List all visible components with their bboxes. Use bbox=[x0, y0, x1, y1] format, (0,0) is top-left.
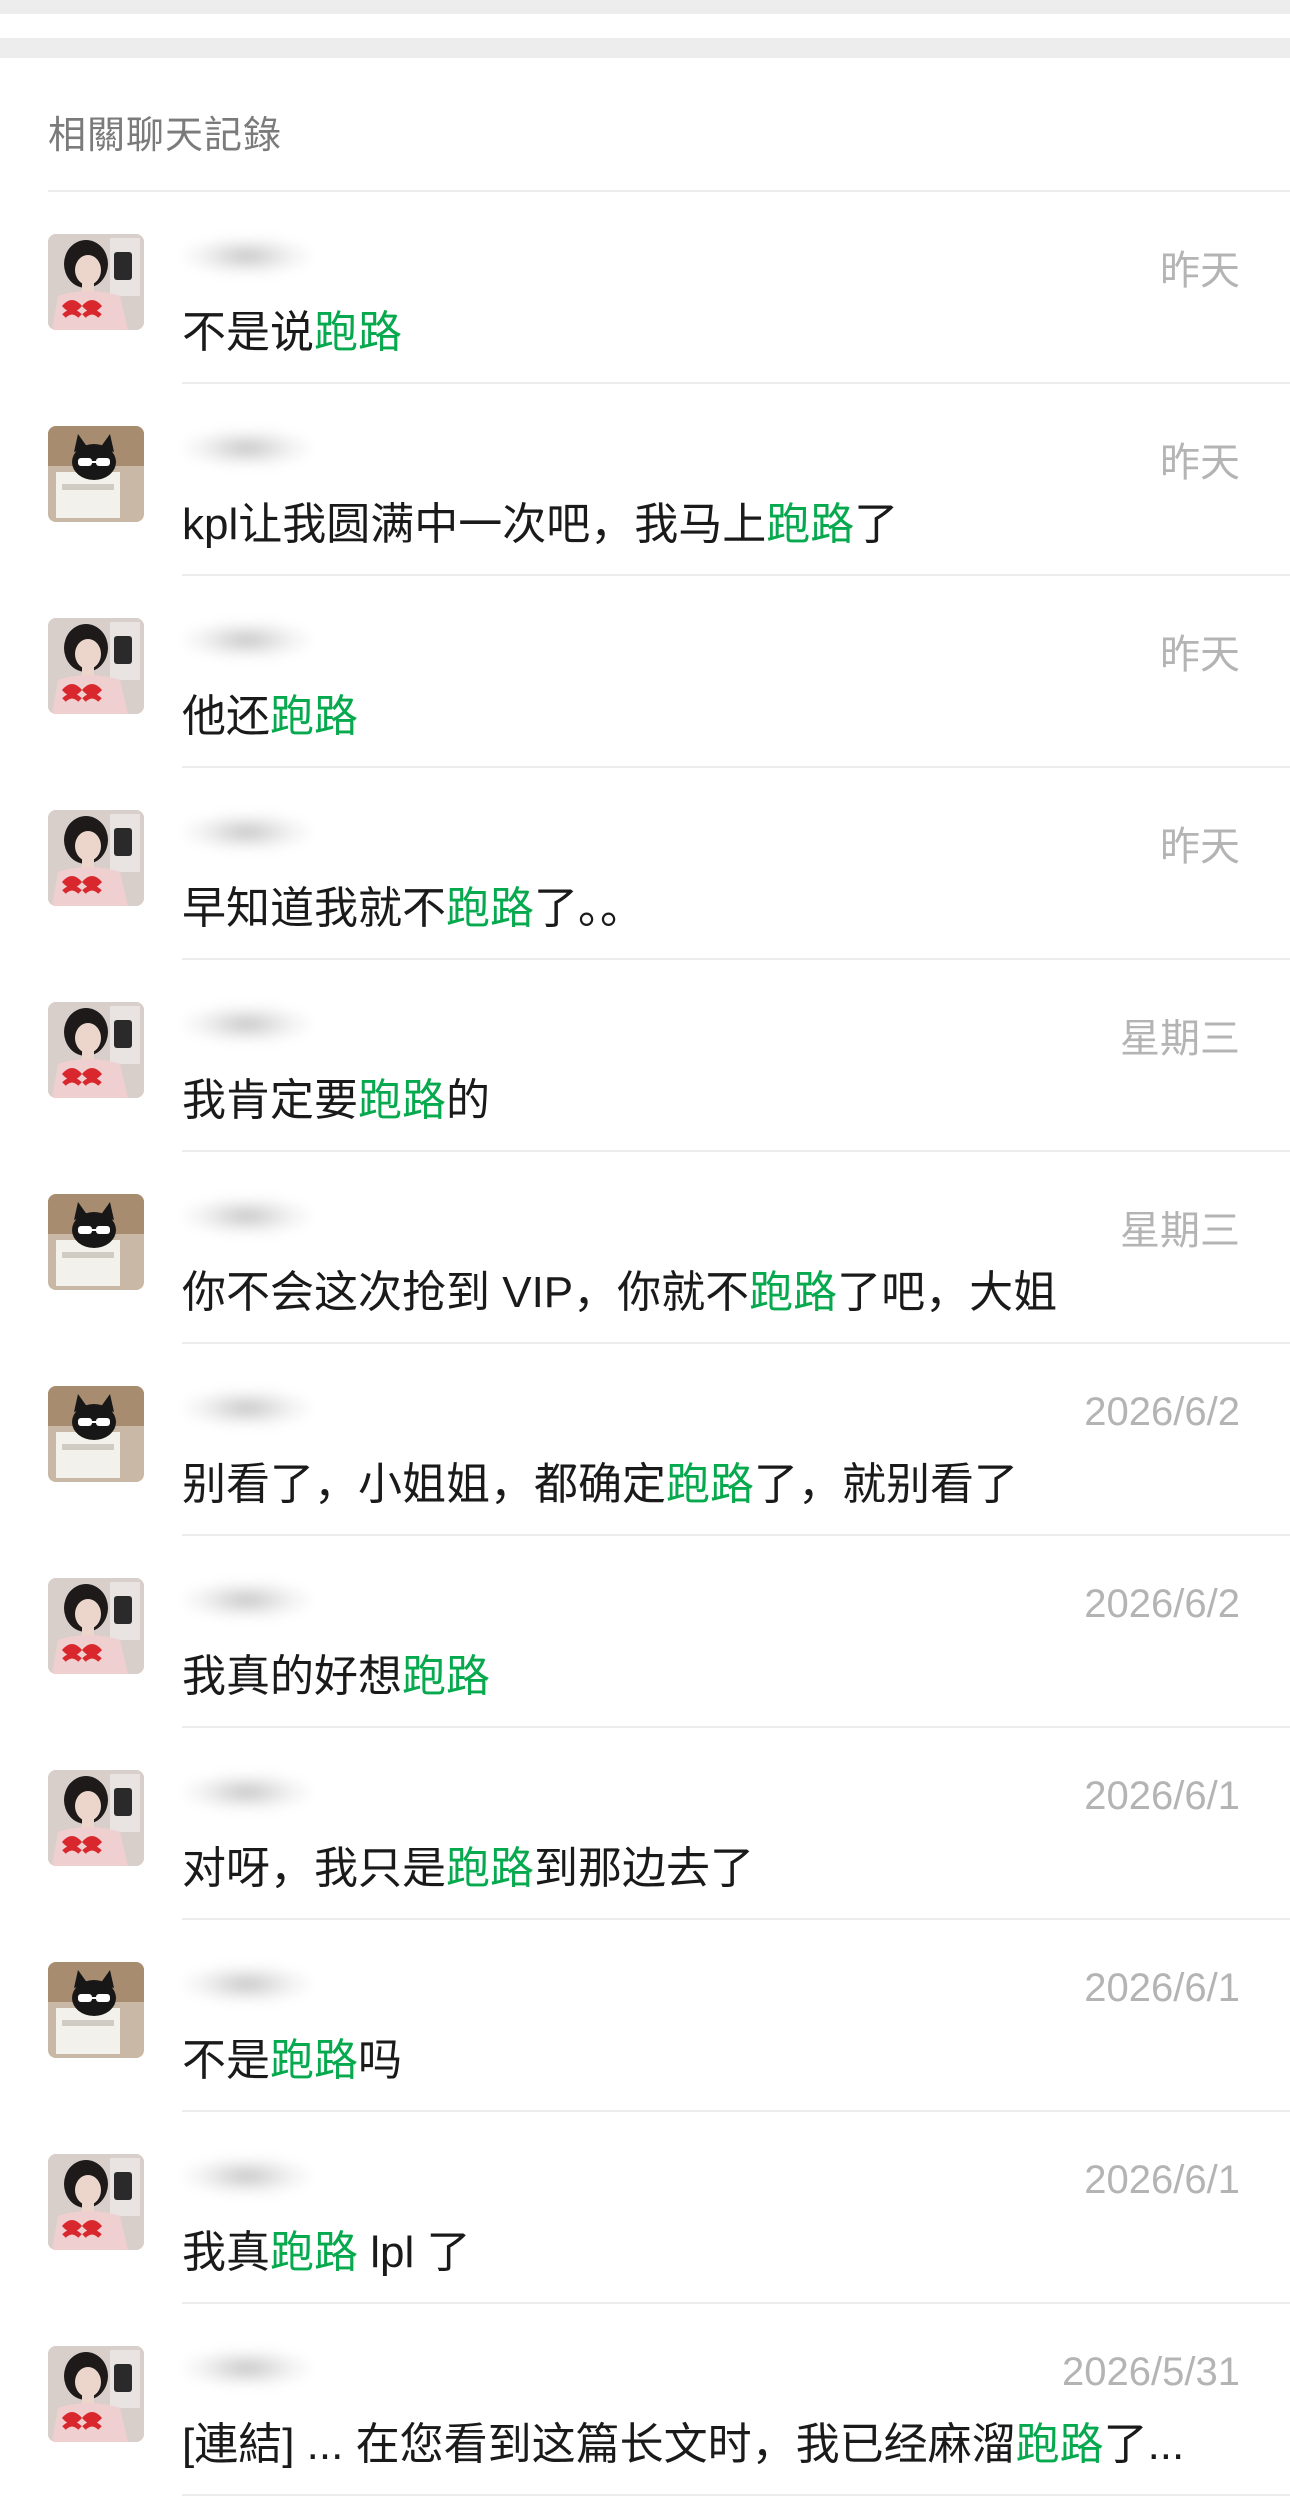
search-keyword-highlight: 跑路 bbox=[402, 1652, 490, 1701]
snippet-text-before: 我肯定要 bbox=[182, 1076, 358, 1125]
search-keyword-highlight: 跑路 bbox=[1015, 2420, 1104, 2469]
sender-name-blurred bbox=[182, 1196, 312, 1236]
chat-result-item[interactable]: 昨天 kpl让我圆满中一次吧，我马上跑路了 bbox=[0, 384, 1290, 576]
message-date: 2026/6/1 bbox=[1084, 2158, 1240, 2202]
search-keyword-highlight: 跑路 bbox=[749, 1268, 838, 1317]
snippet-text-after: 了。。 bbox=[534, 884, 644, 933]
girl-avatar-icon[interactable] bbox=[48, 618, 144, 714]
message-date: 昨天 bbox=[1160, 633, 1240, 677]
message-date: 2026/5/31 bbox=[1062, 2350, 1240, 2394]
message-snippet: 不是跑路吗 bbox=[182, 2024, 1230, 2088]
message-date: 昨天 bbox=[1160, 825, 1240, 869]
top-separator bbox=[0, 0, 1290, 14]
sender-name-blurred bbox=[182, 1580, 312, 1620]
search-keyword-highlight: 跑路 bbox=[270, 2036, 358, 2085]
snippet-text-after: 了吧，大姐 bbox=[837, 1268, 1058, 1317]
sender-name-blurred bbox=[182, 2348, 312, 2388]
message-date: 星期三 bbox=[1120, 1209, 1240, 1253]
sender-name-blurred bbox=[182, 1388, 312, 1428]
snippet-text-after: lpl 了 bbox=[358, 2228, 471, 2277]
cat-avatar-icon[interactable] bbox=[48, 1386, 144, 1482]
message-date: 星期三 bbox=[1120, 1017, 1240, 1061]
snippet-text-before: [連結] ... 在您看到这篇长文时，我已经麻溜 bbox=[182, 2420, 1016, 2469]
message-snippet: 他还跑路 bbox=[182, 680, 1230, 744]
cat-avatar-icon[interactable] bbox=[48, 426, 144, 522]
snippet-text-after: 的 bbox=[446, 1076, 490, 1125]
chat-result-item[interactable]: 昨天 他还跑路 bbox=[0, 576, 1290, 768]
sender-name-blurred bbox=[182, 1004, 312, 1044]
message-snippet: 我肯定要跑路的 bbox=[182, 1064, 1230, 1128]
message-date: 昨天 bbox=[1160, 249, 1240, 293]
chat-result-item[interactable]: 昨天 早知道我就不跑路了。。 bbox=[0, 768, 1290, 960]
message-snippet: 我真的好想跑路 bbox=[182, 1640, 1230, 1704]
girl-avatar-icon[interactable] bbox=[48, 1002, 144, 1098]
sender-name-blurred bbox=[182, 236, 312, 276]
sender-name-blurred bbox=[182, 620, 312, 660]
section-separator bbox=[0, 38, 1290, 58]
message-snippet: 我真跑路 lpl 了 bbox=[182, 2216, 1230, 2280]
chat-result-item[interactable]: 星期三 我肯定要跑路的 bbox=[0, 960, 1290, 1152]
cat-avatar-icon[interactable] bbox=[48, 1194, 144, 1290]
sender-name-blurred bbox=[182, 1964, 312, 2004]
snippet-text-after: 吗 bbox=[358, 2036, 402, 2085]
search-keyword-highlight: 跑路 bbox=[270, 2228, 358, 2277]
search-keyword-highlight: 跑路 bbox=[446, 1844, 534, 1893]
girl-avatar-icon[interactable] bbox=[48, 1578, 144, 1674]
search-keyword-highlight: 跑路 bbox=[666, 1460, 754, 1509]
message-snippet: 别看了，小姐姐，都确定跑路了，就别看了 bbox=[182, 1448, 1230, 1512]
girl-avatar-icon[interactable] bbox=[48, 810, 144, 906]
snippet-text-before: 别看了，小姐姐，都确定 bbox=[182, 1460, 666, 1509]
chat-result-item[interactable]: 2026/6/2 别看了，小姐姐，都确定跑路了，就别看了 bbox=[0, 1344, 1290, 1536]
chat-result-item[interactable]: 2026/6/1 不是跑路吗 bbox=[0, 1920, 1290, 2112]
message-snippet: 对呀，我只是跑路到那边去了 bbox=[182, 1832, 1230, 1896]
sender-name-blurred bbox=[182, 428, 312, 468]
search-keyword-highlight: 跑路 bbox=[270, 692, 358, 741]
search-keyword-highlight: 跑路 bbox=[358, 1076, 446, 1125]
chat-result-item[interactable]: 2026/6/1 对呀，我只是跑路到那边去了 bbox=[0, 1728, 1290, 1920]
message-date: 2026/6/1 bbox=[1084, 1966, 1240, 2010]
snippet-text-before: 我真 bbox=[182, 2228, 270, 2277]
sender-name-blurred bbox=[182, 1772, 312, 1812]
snippet-text-after: 到那边去了 bbox=[534, 1844, 754, 1893]
snippet-text-before: 我真的好想 bbox=[182, 1652, 402, 1701]
sender-name-blurred bbox=[182, 2156, 312, 2196]
snippet-text-before: 不是说 bbox=[182, 308, 314, 357]
girl-avatar-icon[interactable] bbox=[48, 2154, 144, 2250]
sender-name-blurred bbox=[182, 812, 312, 852]
girl-avatar-icon[interactable] bbox=[48, 1770, 144, 1866]
chat-result-item[interactable]: 2026/6/2 我真的好想跑路 bbox=[0, 1536, 1290, 1728]
chat-result-list: 昨天 不是说跑路 昨天 kpl让我圆满中一次吧，我马上跑路了 昨天 他还跑路 昨天 早知… bbox=[0, 192, 1290, 2496]
message-snippet: 早知道我就不跑路了。。 bbox=[182, 872, 1230, 936]
message-date: 昨天 bbox=[1160, 441, 1240, 485]
snippet-text-before: 他还 bbox=[182, 692, 270, 741]
message-snippet: kpl让我圆满中一次吧，我马上跑路了 bbox=[182, 488, 1230, 552]
message-date: 2026/6/2 bbox=[1084, 1582, 1240, 1626]
snippet-text-after: 了 bbox=[854, 500, 899, 549]
message-snippet: 你不会这次抢到 VIP，你就不跑路了吧，大姐 bbox=[182, 1256, 1230, 1320]
search-keyword-highlight: 跑路 bbox=[766, 500, 855, 549]
message-date: 2026/6/2 bbox=[1084, 1390, 1240, 1434]
girl-avatar-icon[interactable] bbox=[48, 2346, 144, 2442]
snippet-text-before: 你不会这次抢到 VIP，你就不 bbox=[182, 1268, 750, 1317]
snippet-text-before: 早知道我就不 bbox=[182, 884, 446, 933]
section-title: 相關聊天記錄 bbox=[48, 115, 283, 157]
search-keyword-highlight: 跑路 bbox=[446, 884, 534, 933]
cat-avatar-icon[interactable] bbox=[48, 1962, 144, 2058]
snippet-text-after: 了... bbox=[1103, 2420, 1185, 2469]
snippet-text-before: 对呀，我只是 bbox=[182, 1844, 446, 1893]
chat-result-item[interactable]: 2026/5/31 [連結] ... 在您看到这篇长文时，我已经麻溜跑路了... bbox=[0, 2304, 1290, 2496]
message-date: 2026/6/1 bbox=[1084, 1774, 1240, 1818]
snippet-text-before: kpl让我圆满中一次吧，我马上 bbox=[182, 500, 767, 549]
snippet-text-after: 了，就别看了 bbox=[754, 1460, 1018, 1509]
girl-avatar-icon[interactable] bbox=[48, 234, 144, 330]
search-keyword-highlight: 跑路 bbox=[314, 308, 402, 357]
message-snippet: [連結] ... 在您看到这篇长文时，我已经麻溜跑路了... bbox=[182, 2408, 1230, 2472]
chat-result-item[interactable]: 2026/6/1 我真跑路 lpl 了 bbox=[0, 2112, 1290, 2304]
message-snippet: 不是说跑路 bbox=[182, 296, 1230, 360]
snippet-text-before: 不是 bbox=[182, 2036, 270, 2085]
chat-result-item[interactable]: 星期三 你不会这次抢到 VIP，你就不跑路了吧，大姐 bbox=[0, 1152, 1290, 1344]
chat-result-item[interactable]: 昨天 不是说跑路 bbox=[0, 192, 1290, 384]
